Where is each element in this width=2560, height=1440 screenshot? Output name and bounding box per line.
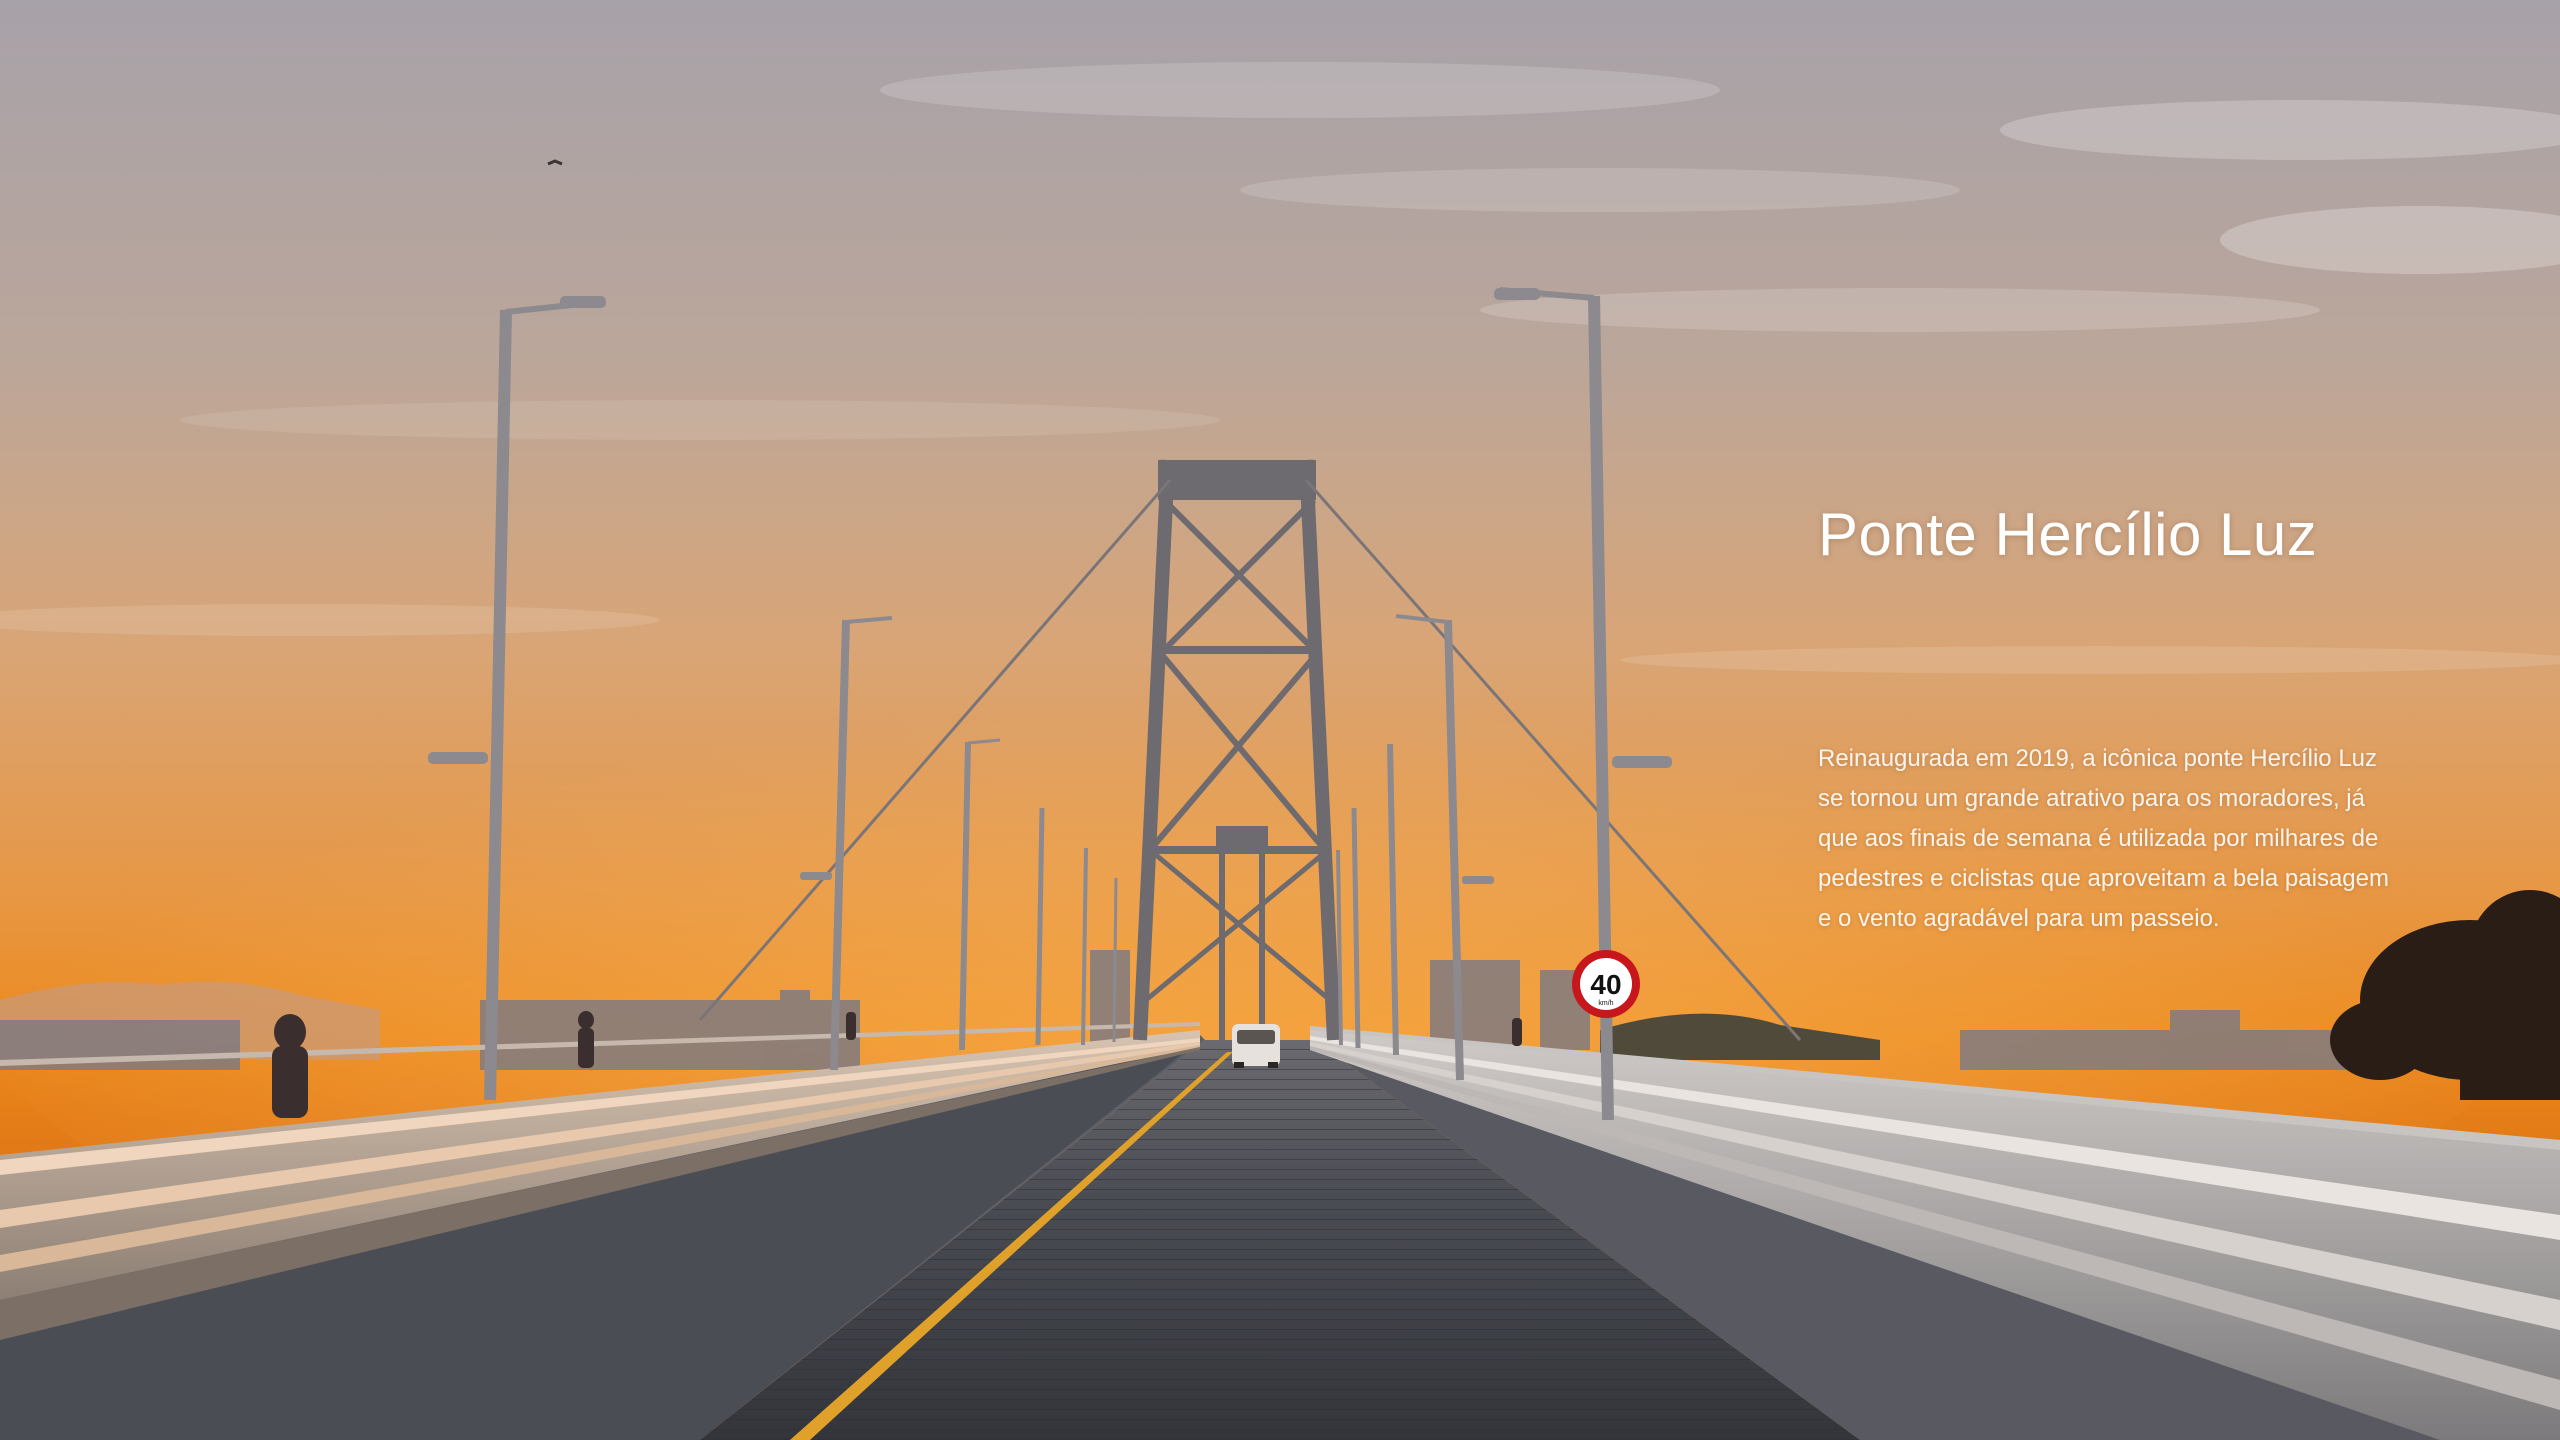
text-block: Ponte Hercílio Luz Reinaugurada em 2019,…: [1818, 500, 2418, 939]
slide: 40 km/h Ponte Hercílio Luz Reinaugurada …: [0, 0, 2560, 1440]
speed-limit-sign: 40 km/h: [1572, 950, 1640, 1018]
speed-sign-unit: km/h: [1598, 1000, 1613, 1007]
speed-sign-value: 40: [1590, 969, 1621, 1000]
slide-body: Reinaugurada em 2019, a icônica ponte He…: [1818, 745, 2389, 932]
slide-title: Ponte Hercílio Luz: [1818, 501, 2318, 568]
car: [1232, 1024, 1280, 1068]
